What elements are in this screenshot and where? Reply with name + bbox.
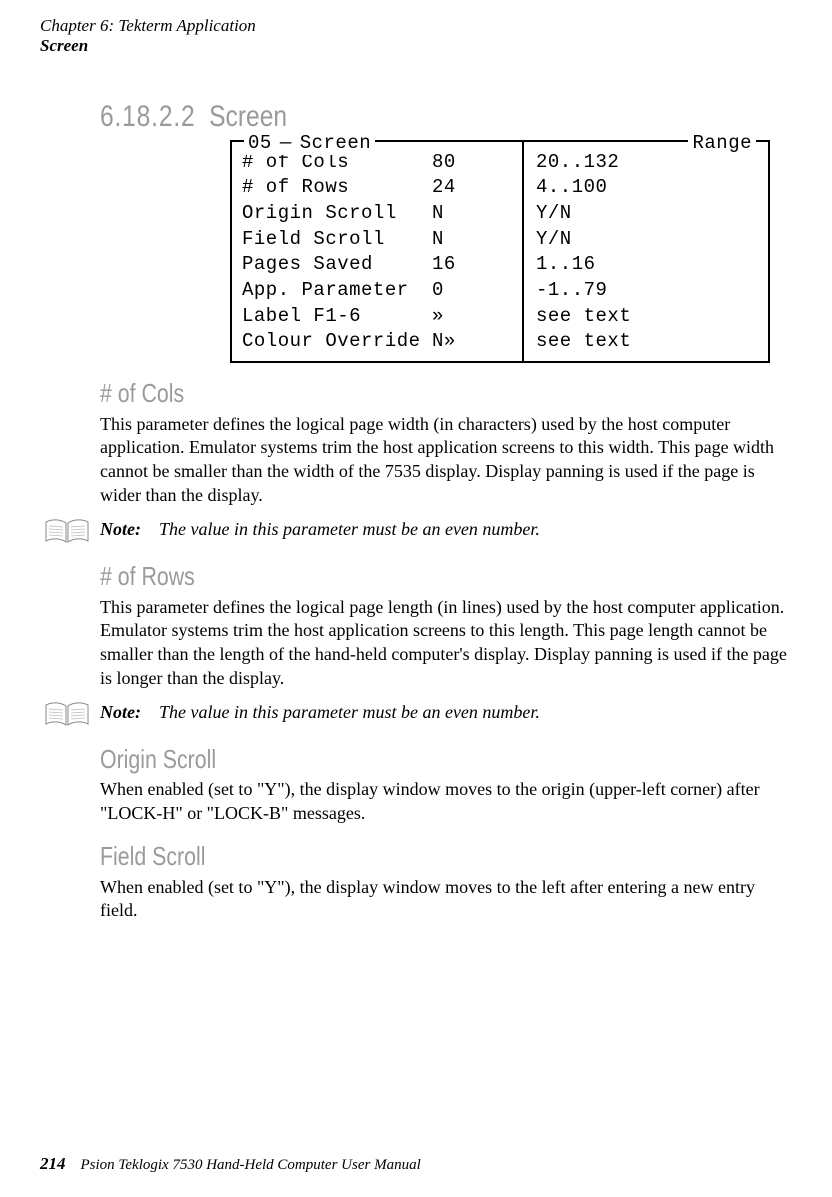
- body-text: When enabled (set to "Y"), the display w…: [100, 876, 792, 924]
- note-block: Note: The value in this parameter must b…: [44, 516, 792, 546]
- note-label: Note:: [100, 702, 141, 722]
- page-number: 214: [40, 1154, 66, 1173]
- param-range: see text: [522, 329, 758, 355]
- body-text: This parameter defines the logical page …: [100, 596, 792, 691]
- running-header: Chapter 6: Tekterm Application Screen: [40, 16, 792, 57]
- subheading-origin: Origin Scroll: [100, 743, 667, 777]
- param-label: Pages Saved: [242, 252, 432, 278]
- chapter-line: Chapter 6: Tekterm Application: [40, 16, 792, 36]
- param-label: Origin Scroll: [242, 201, 432, 227]
- note-text: The value in this parameter must be an e…: [159, 702, 540, 722]
- page-footer: 214 Psion Teklogix 7530 Hand-Held Comput…: [40, 1153, 421, 1176]
- table-row: # of Rows 24 4..100: [242, 175, 758, 201]
- param-label: # of Rows: [242, 175, 432, 201]
- param-label: App. Parameter: [242, 278, 432, 304]
- open-book-icon: [44, 516, 90, 546]
- section-line: Screen: [40, 36, 792, 56]
- subheading-field: Field Scroll: [100, 840, 667, 874]
- table-row: Pages Saved 16 1..16: [242, 252, 758, 278]
- param-value: 0: [432, 278, 502, 304]
- subheading-cols: # of Cols: [100, 377, 667, 411]
- param-label: Field Scroll: [242, 227, 432, 253]
- terminal-legend: 05 — Screen Range: [232, 131, 768, 156]
- section-title: Screen: [209, 100, 287, 133]
- note-label: Note:: [100, 519, 141, 539]
- param-value: N»: [432, 329, 502, 355]
- param-value: »: [432, 304, 502, 330]
- note-text: The value in this parameter must be an e…: [159, 519, 540, 539]
- open-book-icon: [44, 699, 90, 729]
- param-label: Colour Override: [242, 329, 432, 355]
- table-row: Colour Override N» see text: [242, 329, 758, 355]
- param-value: 24: [432, 175, 502, 201]
- body-text: When enabled (set to "Y"), the display w…: [100, 778, 792, 826]
- param-value: N: [432, 227, 502, 253]
- body-text: This parameter defines the logical page …: [100, 413, 792, 508]
- param-range: Y/N: [522, 201, 758, 227]
- table-row: Field Scroll N Y/N: [242, 227, 758, 253]
- param-range: Y/N: [522, 227, 758, 253]
- table-row: App. Parameter 0 -1..79: [242, 278, 758, 304]
- param-range: 4..100: [522, 175, 758, 201]
- table-row: Label F1-6 » see text: [242, 304, 758, 330]
- param-range: see text: [522, 304, 758, 330]
- subheading-rows: # of Rows: [100, 560, 667, 594]
- param-label: Label F1-6: [242, 304, 432, 330]
- legend-mid: Screen: [296, 131, 375, 156]
- param-value: 16: [432, 252, 502, 278]
- param-range: -1..79: [522, 278, 758, 304]
- note-block: Note: The value in this parameter must b…: [44, 699, 792, 729]
- param-value: N: [432, 201, 502, 227]
- param-range: 1..16: [522, 252, 758, 278]
- legend-left: 05: [244, 131, 276, 156]
- legend-right: Range: [688, 131, 756, 156]
- section-number: 6.18.2.2: [100, 100, 195, 133]
- table-row: Origin Scroll N Y/N: [242, 201, 758, 227]
- terminal-figure: 05 — Screen Range # of Cols 80 20..132 #…: [230, 140, 770, 363]
- manual-title: Psion Teklogix 7530 Hand-Held Computer U…: [81, 1157, 421, 1173]
